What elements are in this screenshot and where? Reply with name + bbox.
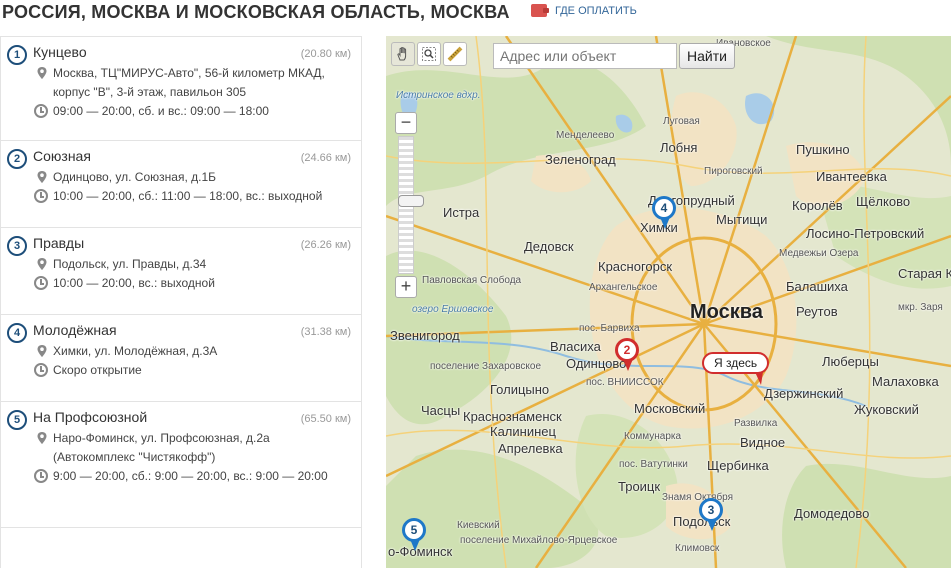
location-name[interactable]: Союзная bbox=[33, 148, 91, 164]
location-hours: Скоро открытие bbox=[53, 363, 142, 377]
clock-icon bbox=[34, 104, 48, 118]
where-to-pay-label: ГДЕ ОПЛАТИТЬ bbox=[555, 4, 637, 17]
location-item[interactable]: 3 Правды (26.26 км) Подольск, ул. Правды… bbox=[1, 228, 361, 315]
location-number-badge: 4 bbox=[7, 323, 27, 343]
location-item[interactable]: 1 Кунцево (20.80 км) Москва, ТЦ"МИРУС-Ав… bbox=[1, 37, 361, 141]
location-name[interactable]: Молодёжная bbox=[33, 322, 117, 338]
location-name[interactable]: Кунцево bbox=[33, 44, 87, 60]
marker-number: 3 bbox=[699, 498, 723, 522]
map-pin-icon bbox=[37, 432, 47, 444]
location-distance: (24.66 км) bbox=[300, 152, 351, 164]
map-search-input[interactable] bbox=[493, 43, 677, 69]
ruler-icon[interactable] bbox=[443, 42, 467, 66]
location-distance: (31.38 км) bbox=[300, 326, 351, 338]
location-name[interactable]: Правды bbox=[33, 235, 84, 251]
location-address: Подольск, ул. Правды, д.34 bbox=[53, 257, 207, 271]
location-number-badge: 2 bbox=[7, 149, 27, 169]
where-to-pay-link[interactable]: ГДЕ ОПЛАТИТЬ bbox=[531, 4, 637, 17]
location-address: Наро-Фоминск, ул. Профсоюзная, д.2а (Авт… bbox=[53, 431, 270, 464]
map-marker-5[interactable]: 5 bbox=[402, 518, 428, 552]
page-header: РОССИЯ, МОСКВА И МОСКОВСКАЯ ОБЛАСТЬ, МОС… bbox=[0, 0, 951, 30]
magnifier-zoom-icon[interactable] bbox=[417, 42, 441, 66]
location-item[interactable]: 5 На Профсоюзной (65.50 км) Наро-Фоминск… bbox=[1, 402, 361, 528]
location-hours: 9:00 — 20:00, сб.: 9:00 — 20:00, вс.: 9:… bbox=[53, 469, 328, 483]
page-title: РОССИЯ, МОСКВА И МОСКОВСКАЯ ОБЛАСТЬ, МОС… bbox=[2, 2, 510, 22]
map-view[interactable]: Ивановское Истринское вдхр. Менделеево Л… bbox=[386, 36, 951, 568]
clock-icon bbox=[34, 469, 48, 483]
location-address: Химки, ул. Молодёжная, д.3А bbox=[53, 344, 218, 358]
clock-icon bbox=[34, 363, 48, 377]
location-name[interactable]: На Профсоюзной bbox=[33, 409, 147, 425]
location-number-badge: 3 bbox=[7, 236, 27, 256]
location-item[interactable]: 4 Молодёжная (31.38 км) Химки, ул. Молод… bbox=[1, 315, 361, 402]
you-are-here-label[interactable]: Я здесь bbox=[702, 352, 770, 385]
map-pin-icon bbox=[37, 67, 47, 79]
map-marker-2[interactable]: 2 bbox=[615, 338, 641, 372]
zoom-control: − + bbox=[395, 112, 424, 298]
clock-icon bbox=[34, 276, 48, 290]
zoom-out-button[interactable]: − bbox=[395, 112, 417, 134]
location-number-badge: 1 bbox=[7, 45, 27, 65]
location-hours: 10:00 — 20:00, сб.: 11:00 — 18:00, вс.: … bbox=[53, 189, 323, 203]
find-button[interactable]: Найти bbox=[679, 43, 735, 69]
location-item[interactable]: 2 Союзная (24.66 км) Одинцово, ул. Союзн… bbox=[1, 141, 361, 228]
map-background bbox=[386, 36, 951, 568]
marker-number: 2 bbox=[615, 338, 639, 362]
location-hours: 09:00 — 20:00, сб. и вс.: 09:00 — 18:00 bbox=[53, 104, 269, 118]
map-marker-4[interactable]: 4 bbox=[652, 196, 678, 230]
location-number-badge: 5 bbox=[7, 410, 27, 430]
map-marker-3[interactable]: 3 bbox=[699, 498, 725, 532]
zoom-in-button[interactable]: + bbox=[395, 276, 417, 298]
location-address: Москва, ТЦ"МИРУС-Авто", 56-й километр МК… bbox=[53, 66, 325, 99]
clock-icon bbox=[34, 189, 48, 203]
wallet-icon bbox=[531, 4, 549, 17]
marker-number: 5 bbox=[402, 518, 426, 542]
hand-pan-icon[interactable] bbox=[391, 42, 415, 66]
locations-list: 1 Кунцево (20.80 км) Москва, ТЦ"МИРУС-Ав… bbox=[0, 36, 362, 568]
location-distance: (26.26 км) bbox=[300, 239, 351, 251]
zoom-slider-thumb[interactable] bbox=[398, 195, 424, 207]
map-pin-icon bbox=[37, 345, 47, 357]
location-address: Одинцово, ул. Союзная, д.1Б bbox=[53, 170, 216, 184]
zoom-slider-track[interactable] bbox=[398, 136, 424, 274]
marker-number: 4 bbox=[652, 196, 676, 220]
location-hours: 10:00 — 20:00, вс.: выходной bbox=[53, 276, 215, 290]
map-pin-icon bbox=[37, 258, 47, 270]
location-distance: (20.80 км) bbox=[300, 48, 351, 60]
location-distance: (65.50 км) bbox=[300, 413, 351, 425]
map-toolbar bbox=[391, 42, 467, 66]
map-pin-icon bbox=[37, 171, 47, 183]
